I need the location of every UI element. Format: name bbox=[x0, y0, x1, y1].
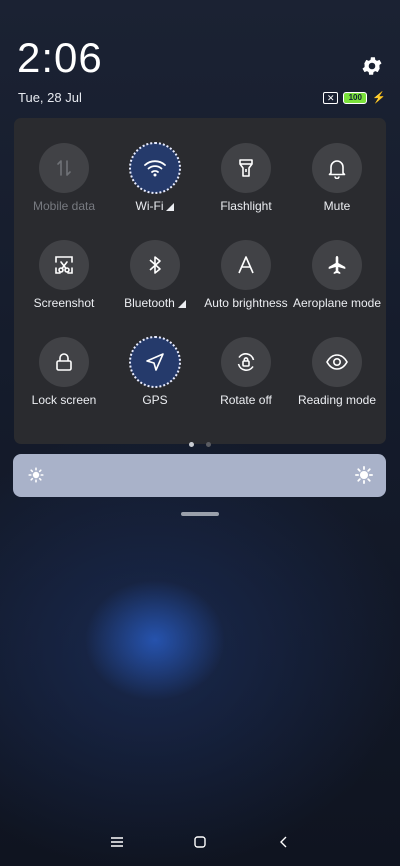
clock[interactable]: 2:06 bbox=[17, 35, 103, 81]
tile-label: Screenshot bbox=[18, 296, 110, 310]
eye-icon[interactable] bbox=[312, 337, 362, 387]
tile-label: Lock screen bbox=[18, 393, 110, 407]
tile-label-text: Lock screen bbox=[31, 393, 97, 407]
tile-lock-screen[interactable]: Lock screen bbox=[18, 337, 110, 407]
menu-icon[interactable] bbox=[105, 832, 129, 852]
tile-label-text: Rotate off bbox=[220, 393, 272, 407]
tile-mute[interactable]: Mute bbox=[291, 143, 383, 213]
tile-label-text: Screenshot bbox=[33, 296, 95, 310]
tile-label: Mute bbox=[291, 199, 383, 213]
bluetooth-icon[interactable] bbox=[130, 240, 180, 290]
back-icon[interactable] bbox=[272, 832, 296, 852]
drag-handle[interactable] bbox=[181, 512, 219, 516]
no-sim-icon: ✕ bbox=[323, 91, 339, 104]
tile-label: Aeroplane mode bbox=[291, 296, 383, 310]
signal-triangle-icon bbox=[166, 203, 175, 211]
tile-mobile-data[interactable]: Mobile data bbox=[18, 143, 110, 213]
date[interactable]: Tue, 28 Jul bbox=[18, 90, 82, 105]
signal-triangle-icon bbox=[177, 300, 186, 308]
tile-label-text: GPS bbox=[142, 393, 168, 407]
charging-icon: ⚡ bbox=[372, 92, 386, 104]
tile-label-text: Flashlight bbox=[220, 199, 272, 213]
tile-label-text: Bluetooth bbox=[124, 296, 175, 310]
auto-brightness-icon[interactable] bbox=[221, 240, 271, 290]
rotate-lock-icon[interactable] bbox=[221, 337, 271, 387]
bell-icon[interactable] bbox=[312, 143, 362, 193]
tile-label: Flashlight bbox=[200, 199, 292, 213]
tile-flashlight[interactable]: Flashlight bbox=[200, 143, 292, 213]
tile-label-text: Aeroplane mode bbox=[292, 296, 382, 310]
page-dot-1[interactable] bbox=[188, 442, 194, 447]
tile-label: Rotate off bbox=[200, 393, 292, 407]
mobile-data-icon[interactable] bbox=[39, 143, 89, 193]
battery-icon: 100 bbox=[343, 91, 368, 104]
page-dot-2[interactable] bbox=[206, 442, 212, 447]
tile-label-text: Reading mode bbox=[297, 393, 377, 407]
tile-reading-mode[interactable]: Reading mode bbox=[291, 337, 383, 407]
tile-wi-fi[interactable]: Wi-Fi bbox=[109, 142, 201, 213]
tile-label: Mobile data bbox=[18, 199, 110, 213]
home-icon[interactable] bbox=[188, 832, 212, 852]
tile-gps[interactable]: GPS bbox=[109, 336, 201, 407]
tile-rotate-off[interactable]: Rotate off bbox=[200, 337, 292, 407]
tile-screenshot[interactable]: Screenshot bbox=[18, 240, 110, 310]
tile-label-text: Wi-Fi bbox=[135, 199, 164, 213]
location-arrow-icon[interactable] bbox=[129, 336, 181, 388]
tile-aeroplane-mode[interactable]: Aeroplane mode bbox=[291, 240, 383, 310]
tile-label: Auto brightness bbox=[200, 296, 292, 310]
navigation-bar bbox=[0, 825, 400, 859]
tile-label-text: Mute bbox=[323, 199, 351, 213]
tile-bluetooth[interactable]: Bluetooth bbox=[109, 240, 201, 310]
brightness-slider[interactable] bbox=[13, 454, 386, 497]
tile-label: Reading mode bbox=[291, 393, 383, 407]
tile-label: GPS bbox=[109, 393, 201, 407]
screenshot-icon[interactable] bbox=[39, 240, 89, 290]
lock-icon[interactable] bbox=[39, 337, 89, 387]
brightness-high-icon bbox=[354, 465, 374, 485]
tile-label: Wi-Fi bbox=[109, 199, 201, 213]
tile-auto-brightness[interactable]: Auto brightness bbox=[200, 240, 292, 310]
tile-label-text: Mobile data bbox=[32, 199, 96, 213]
quick-settings-panel: Mobile data Wi-Fi Flashlight Mute Screenshot… bbox=[14, 118, 386, 447]
tile-label-text: Auto brightness bbox=[204, 296, 288, 310]
system-icons: ✕ 100 ⚡ bbox=[323, 91, 386, 104]
brightness-low-icon bbox=[26, 465, 46, 485]
status-area: 2:06 Tue, 28 Jul ✕ 100 ⚡ bbox=[0, 0, 400, 115]
settings-gear-icon[interactable] bbox=[358, 52, 386, 80]
wifi-icon[interactable] bbox=[129, 142, 181, 194]
flashlight-icon[interactable] bbox=[221, 143, 271, 193]
tile-label: Bluetooth bbox=[109, 296, 201, 310]
page-indicator bbox=[14, 434, 386, 452]
airplane-icon[interactable] bbox=[312, 240, 362, 290]
